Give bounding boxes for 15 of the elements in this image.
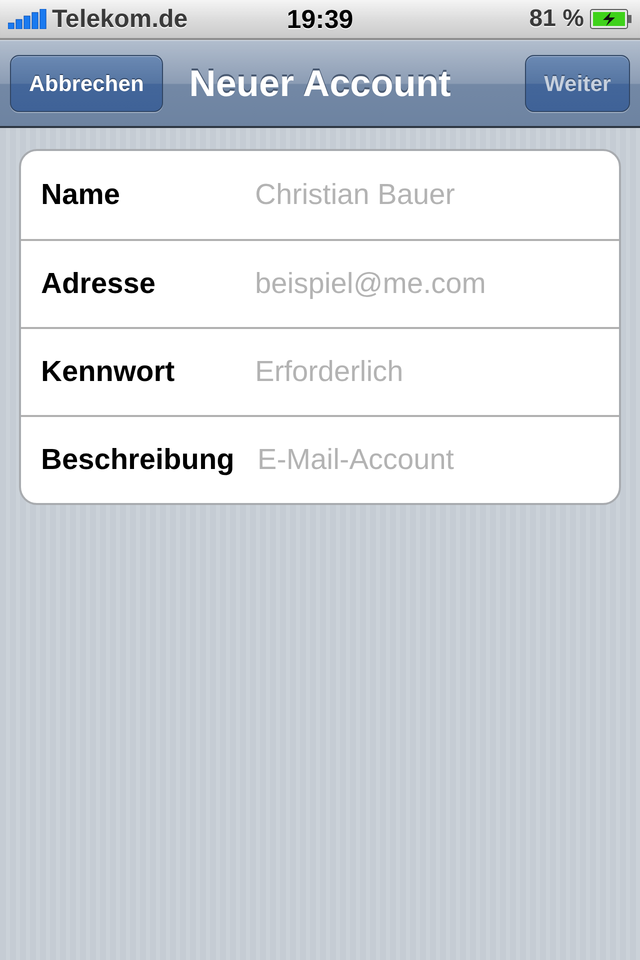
- cancel-button[interactable]: Abbrechen: [10, 55, 163, 112]
- carrier-name: Telekom.de: [52, 4, 188, 34]
- clock-time: 19:39: [286, 4, 354, 34]
- text-field[interactable]: Christian Bauer: [255, 175, 599, 215]
- screen-title: Neuer Account: [188, 62, 452, 104]
- field-label: Adresse: [41, 268, 156, 300]
- signal-strength-icon: [8, 9, 48, 29]
- text-field[interactable]: beispiel@me.com: [255, 264, 599, 304]
- field-label: Kennwort: [41, 356, 176, 388]
- field-label: Name: [41, 178, 121, 212]
- text-field[interactable]: E-Mail-Account: [257, 440, 599, 480]
- battery-charging-icon: [590, 9, 632, 29]
- text-field[interactable]: Erforderlich: [255, 352, 599, 392]
- battery-percentage: 81 %: [529, 5, 584, 33]
- field-label: Beschreibung: [41, 444, 234, 476]
